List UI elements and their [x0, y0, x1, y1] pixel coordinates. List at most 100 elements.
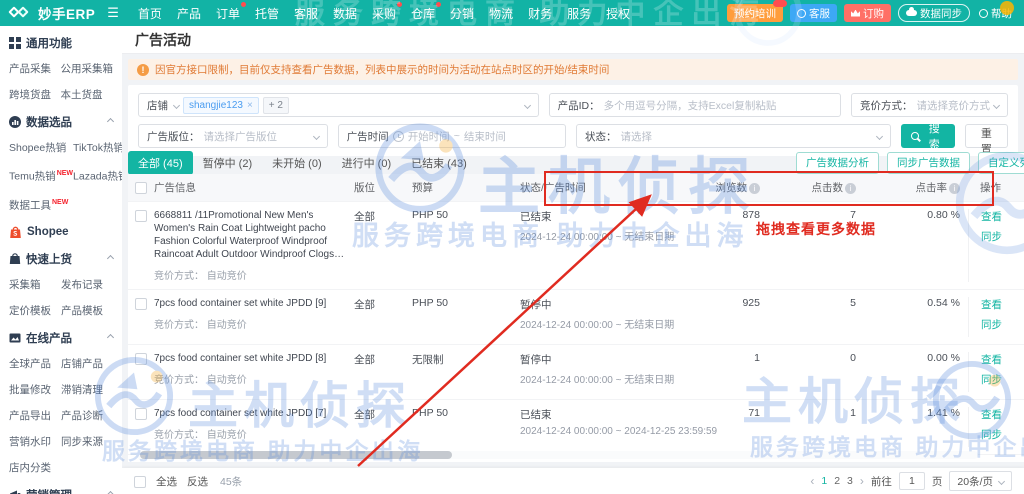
sidebar-item-shop-products[interactable]: 店铺产品 — [61, 351, 113, 377]
sidebar-item-lazada-hot[interactable]: Lazada热销NEW — [73, 161, 122, 190]
sidebar-item-batch-edit[interactable]: 批量修改 — [9, 377, 61, 403]
sidebar-item-shopee-hot[interactable]: Shopee热销 — [9, 135, 73, 161]
sync-link[interactable]: 同步 — [981, 427, 1016, 442]
status-select[interactable]: 状态： 请选择 — [575, 124, 892, 148]
scrollbar-thumb[interactable] — [140, 451, 452, 459]
nav-item-customer-service[interactable]: 客服 — [294, 5, 318, 22]
nav-item-home[interactable]: 首页 — [138, 5, 162, 22]
sidebar-section-data-selection[interactable]: 数据选品 — [9, 108, 115, 135]
row-checkbox[interactable] — [135, 210, 147, 222]
nav-item-data[interactable]: 数据 — [333, 5, 357, 22]
page-3-button[interactable]: 3 — [847, 475, 853, 487]
collapse-icon[interactable] — [106, 117, 115, 126]
sidebar-item-sync-source[interactable]: 同步来源 — [61, 429, 113, 455]
row-checkbox[interactable] — [135, 298, 147, 310]
nav-item-warehouse[interactable]: 仓库 — [411, 1, 442, 22]
info-icon[interactable] — [949, 183, 960, 194]
view-link[interactable]: 查看 — [981, 407, 1016, 422]
sidebar-item-collect-box[interactable]: 采集箱 — [9, 272, 61, 298]
view-link[interactable]: 查看 — [981, 209, 1016, 224]
collapse-icon[interactable] — [106, 333, 115, 342]
view-link[interactable]: 查看 — [981, 297, 1016, 312]
sidebar-item-product-collect[interactable]: 产品采集 — [9, 56, 61, 82]
sync-link[interactable]: 同步 — [981, 317, 1016, 332]
sidebar-item-temu-hot[interactable]: Temu热销NEW — [9, 161, 73, 190]
select-all-label[interactable]: 全选 — [156, 474, 177, 489]
nav-item-products[interactable]: 产品 — [177, 5, 201, 22]
info-icon[interactable] — [749, 183, 760, 194]
sidebar-item-publish-records[interactable]: 发布记录 — [61, 272, 113, 298]
footer-select-all-checkbox[interactable] — [134, 475, 146, 488]
sidebar-item-slow-moving-cleanup[interactable]: 滞销清理 — [61, 377, 113, 403]
sidebar-item-pricing-template[interactable]: 定价模板 — [9, 298, 61, 324]
sidebar-item-crossborder-supply[interactable]: 跨境货盘 — [9, 82, 61, 108]
app-logo[interactable]: 妙手ERP — [8, 3, 95, 23]
custom-columns-button[interactable]: 自定义列 — [978, 151, 1024, 174]
nav-item-hosting[interactable]: 托管 — [255, 5, 279, 22]
shop-select[interactable]: 店铺 shangjie123 × + 2 — [138, 93, 539, 117]
data-sync-button[interactable]: 数据同步 — [898, 4, 970, 22]
sidebar-item-marketing-watermark[interactable]: 营销水印 — [9, 429, 61, 455]
nav-item-orders[interactable]: 订单 — [216, 1, 246, 22]
sidebar-section-quick-listing[interactable]: 快速上货 — [9, 245, 115, 272]
ad-placement-select[interactable]: 广告版位： 请选择广告版位 — [138, 124, 328, 148]
sidebar-item-global-products[interactable]: 全球产品 — [9, 351, 61, 377]
tab-paused[interactable]: 暂停中 (2) — [193, 151, 263, 175]
time-range: 2024-12-24 00:00:00 ~ 无结束日期 — [520, 320, 675, 331]
page-1-button[interactable]: 1 — [821, 475, 827, 487]
select-all-checkbox[interactable] — [135, 182, 147, 194]
sidebar-item-data-tools[interactable]: 数据工具NEW — [9, 190, 73, 219]
sidebar-section-online-products[interactable]: 在线产品 — [9, 324, 115, 351]
page-size-select[interactable]: 20条/页 — [949, 471, 1012, 491]
goto-page-input[interactable] — [898, 472, 925, 490]
tab-ongoing[interactable]: 进行中 (0) — [332, 151, 402, 175]
sidebar-item-product-template[interactable]: 产品模板 — [61, 298, 113, 324]
shop-more-tag[interactable]: + 2 — [262, 96, 289, 114]
sidebar: 通用功能 产品采集 公用采集箱 跨境货盘 本土货盘 数据选品 Shopee热销 … — [0, 26, 122, 494]
training-label: 预约培训 — [734, 7, 776, 20]
nav-item-distribution[interactable]: 分销 — [450, 5, 474, 22]
sidebar-item-shop-categories[interactable]: 店内分类 — [9, 455, 61, 481]
collapse-icon[interactable] — [106, 254, 115, 263]
prev-page-button[interactable]: ‹ — [810, 474, 814, 488]
next-page-button[interactable]: › — [860, 474, 864, 488]
bid-type-select[interactable]: 竞价方式： 请选择竞价方式 — [851, 93, 1008, 117]
sidebar-item-product-diagnosis[interactable]: 产品诊断 — [61, 403, 113, 429]
nav-item-logistics[interactable]: 物流 — [489, 5, 513, 22]
sync-link[interactable]: 同步 — [981, 372, 1016, 387]
help-button[interactable]: 帮助 — [977, 4, 1014, 22]
info-icon[interactable] — [845, 183, 856, 194]
tab-ended[interactable]: 已结束 (43) — [401, 151, 477, 175]
row-checkbox[interactable] — [135, 353, 147, 365]
invert-selection-label[interactable]: 反选 — [187, 474, 208, 489]
sync-ad-data-button[interactable]: 同步广告数据 — [887, 151, 970, 174]
nav-item-purchasing[interactable]: 采购 — [372, 1, 403, 22]
tab-not-started[interactable]: 未开始 (0) — [262, 151, 332, 175]
nav-item-services[interactable]: 服务 — [567, 5, 591, 22]
tab-all[interactable]: 全部 (45) — [128, 150, 193, 175]
search-button[interactable]: 搜索 — [901, 123, 955, 151]
customer-service-button[interactable]: 客服 — [790, 4, 837, 22]
sidebar-section-marketing[interactable]: 营销管理 — [9, 481, 115, 494]
training-button[interactable]: 预约培训 — [727, 0, 787, 22]
sidebar-item-local-supply[interactable]: 本土货盘 — [61, 82, 114, 108]
view-link[interactable]: 查看 — [981, 352, 1016, 367]
range-separator: ~ — [453, 130, 460, 142]
ad-time-range-picker[interactable]: 广告时间 开始时间 ~ 结束时间 — [337, 124, 566, 148]
subscribe-button[interactable]: 订购 — [844, 4, 891, 22]
row-checkbox[interactable] — [135, 408, 147, 420]
help-label: 帮助 — [991, 7, 1012, 20]
remove-tag-icon[interactable]: × — [247, 100, 253, 111]
sidebar-item-product-export[interactable]: 产品导出 — [9, 403, 61, 429]
sync-link[interactable]: 同步 — [981, 229, 1016, 244]
sidebar-item-tiktok-hot[interactable]: TikTok热销 — [73, 135, 122, 161]
sidebar-section-shopee-platform[interactable]: Shopee — [9, 218, 113, 245]
page-2-button[interactable]: 2 — [834, 475, 840, 487]
nav-item-finance[interactable]: 财务 — [528, 5, 552, 22]
sidebar-item-public-collect-box[interactable]: 公用采集箱 — [61, 56, 114, 82]
nav-item-authorization[interactable]: 授权 — [606, 5, 630, 22]
ad-data-analysis-button[interactable]: 广告数据分析 — [796, 151, 879, 174]
reset-button[interactable]: 重置 — [964, 124, 1009, 156]
product-id-input[interactable]: 产品ID： 多个用逗号分隔，支持Excel复制粘贴 — [548, 93, 841, 117]
menu-collapse-icon[interactable]: ☰ — [107, 5, 119, 21]
